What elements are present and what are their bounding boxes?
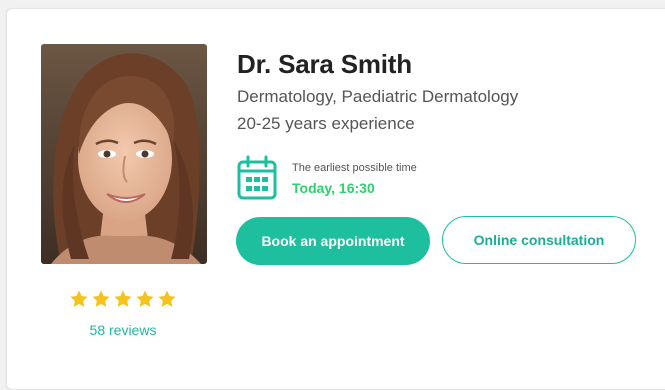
- book-appointment-button[interactable]: Book an appointment: [236, 217, 430, 265]
- doctor-name: Dr. Sara Smith: [237, 49, 412, 79]
- earliest-time-value: Today, 16:30: [292, 180, 375, 196]
- doctor-experience: 20-25 years experience: [237, 114, 415, 133]
- online-consultation-button[interactable]: Online consultation: [442, 216, 636, 264]
- doctor-card: 58 reviews Dr. Sara Smith Dermatology, P…: [6, 8, 665, 390]
- star-icon: [114, 290, 132, 307]
- earliest-time-label: The earliest possible time: [292, 162, 417, 174]
- doctor-portrait-image: [41, 44, 207, 264]
- star-icon: [70, 290, 88, 307]
- star-icon: [136, 290, 154, 307]
- star-icon: [158, 290, 176, 307]
- doctor-photo: [41, 44, 207, 264]
- rating: 58 reviews: [63, 289, 183, 338]
- doctor-specialty: Dermatology, Paediatric Dermatology: [237, 87, 519, 106]
- reviews-link[interactable]: 58 reviews: [63, 322, 183, 338]
- star-rating: [63, 289, 183, 309]
- star-icon: [92, 290, 110, 307]
- calendar-icon: [237, 155, 277, 200]
